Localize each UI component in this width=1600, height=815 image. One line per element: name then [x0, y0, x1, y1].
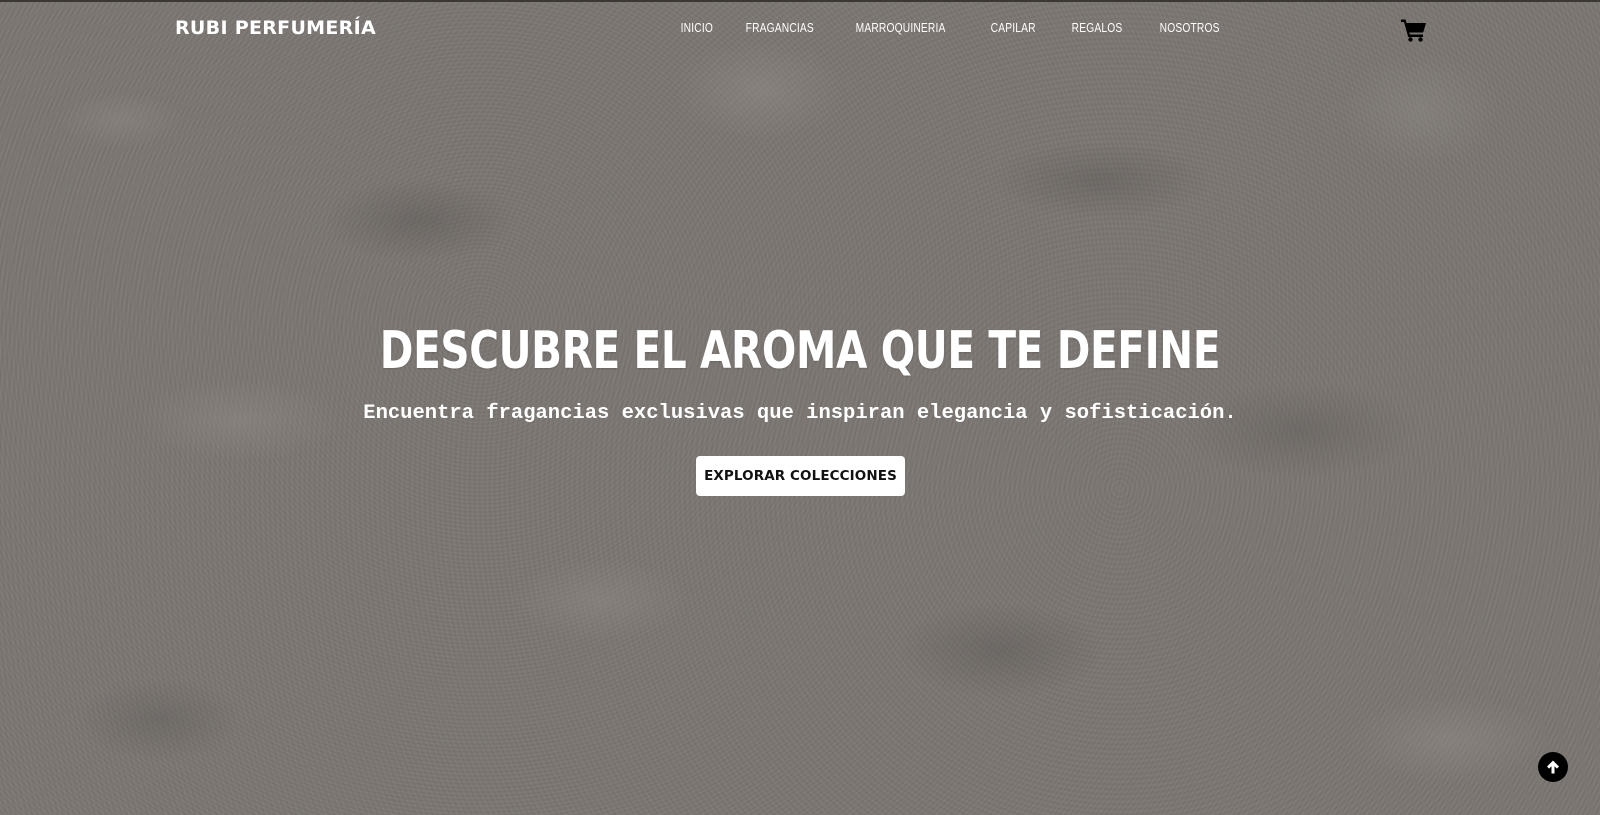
explore-collections-button[interactable]: EXPLORAR COLECCIONES — [696, 456, 905, 496]
arrow-up-icon — [1547, 760, 1559, 774]
hero-section: DESCUBRE EL AROMA QUE TE DEFINE Encuentr… — [0, 0, 1600, 815]
hero-subtitle: Encuentra fragancias exclusivas que insp… — [363, 402, 1237, 425]
scroll-to-top-button[interactable] — [1538, 752, 1568, 782]
hero-title: DESCUBRE EL AROMA QUE TE DEFINE — [379, 321, 1221, 381]
